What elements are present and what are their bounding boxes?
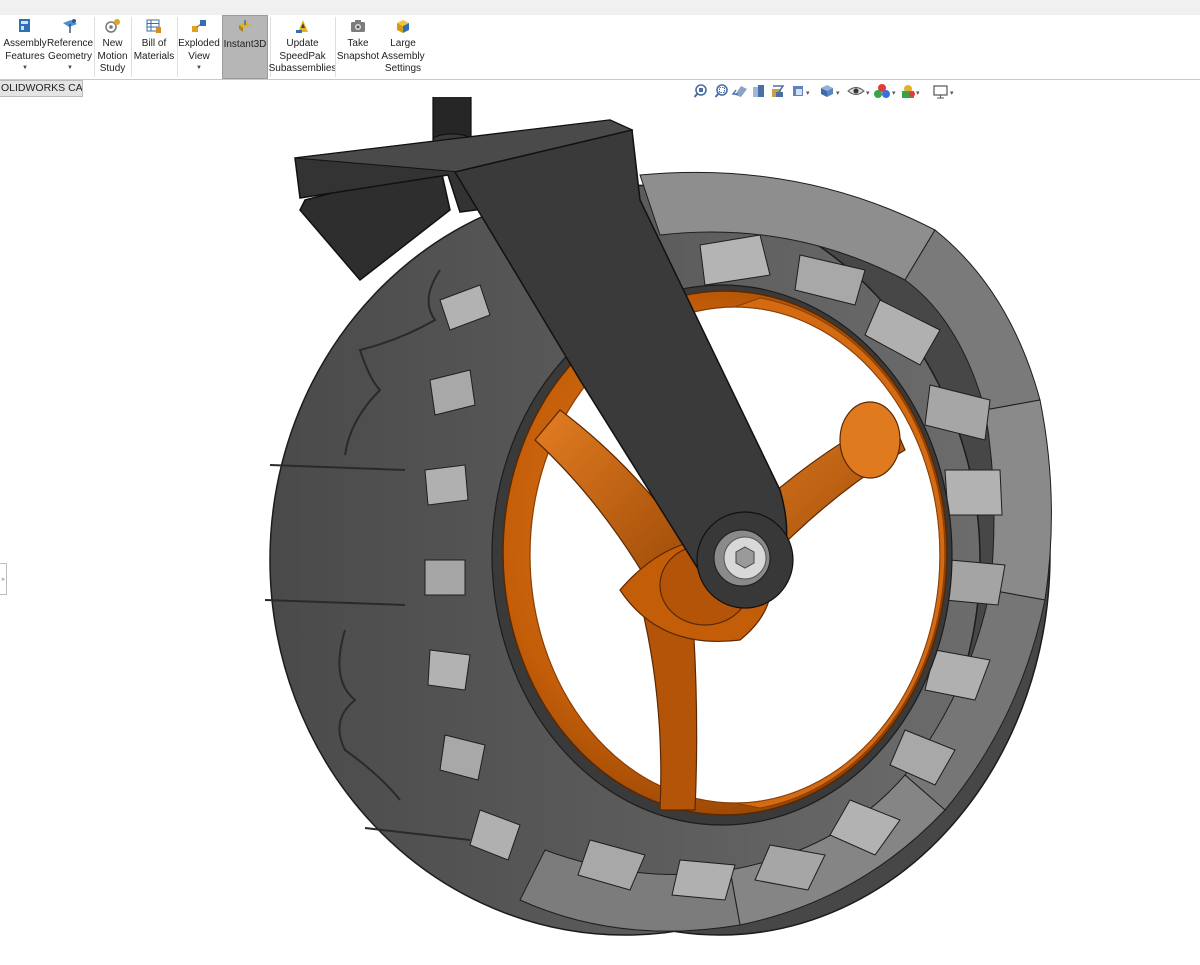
- new-motion-study-label: New Motion Study: [97, 38, 128, 74]
- reference-geometry-label: Reference Geometry: [46, 38, 94, 62]
- dynamic-annotation-icon[interactable]: [772, 85, 785, 97]
- large-assembly-settings-label: Large Assembly Settings: [381, 38, 425, 74]
- new-motion-study-button[interactable]: New Motion Study: [95, 15, 130, 79]
- take-snapshot-label: Take Snapshot: [336, 38, 380, 62]
- svg-text:▾: ▾: [892, 89, 896, 97]
- exploded-view-button[interactable]: Exploded View ▼: [178, 15, 220, 79]
- svg-text:▾: ▾: [866, 89, 870, 97]
- axle-bolt: [713, 529, 771, 587]
- previous-view-icon[interactable]: [731, 86, 747, 97]
- graphics-area[interactable]: [0, 97, 1200, 965]
- reference-geometry-icon: [63, 19, 77, 33]
- bill-of-materials-button[interactable]: Bill of Materials: [132, 15, 176, 79]
- svg-text:▾: ▾: [836, 89, 840, 97]
- display-style-icon[interactable]: ▾: [821, 85, 840, 97]
- assembly-features-icon: [19, 19, 30, 32]
- chevron-down-icon[interactable]: ▼: [67, 64, 73, 72]
- motion-study-icon: [104, 19, 120, 33]
- title-strip: [0, 0, 1200, 16]
- assembly-features-button[interactable]: Assembly Features ▼: [3, 15, 47, 79]
- edit-appearance-icon[interactable]: ▾: [874, 84, 896, 98]
- svg-text:▾: ▾: [916, 89, 920, 97]
- speedpak-icon: [295, 20, 308, 33]
- large-assembly-settings-button[interactable]: Large Assembly Settings: [380, 15, 426, 79]
- exploded-view-label: Exploded View: [178, 38, 220, 62]
- zoom-to-fit-icon[interactable]: [693, 84, 707, 98]
- tab-solidworks-cam[interactable]: OLIDWORKS CAM: [0, 80, 83, 97]
- chevron-down-icon[interactable]: ▼: [22, 64, 28, 72]
- update-speedpak-label: Update SpeedPak Subassemblies: [268, 38, 337, 74]
- assembly-features-label: Assembly Features: [3, 38, 47, 62]
- command-manager-ribbon: Assembly Features ▼ Reference Geometry ▼ N…: [0, 15, 1200, 80]
- bill-of-materials-icon: [146, 19, 161, 33]
- svg-text:▾: ▾: [806, 89, 810, 97]
- reference-geometry-button[interactable]: Reference Geometry ▼: [47, 15, 93, 79]
- section-view-icon[interactable]: [753, 85, 764, 97]
- hide-show-items-icon[interactable]: ▾: [847, 87, 870, 98]
- bill-of-materials-label: Bill of Materials: [133, 38, 175, 62]
- wheel-assembly-model[interactable]: [264, 97, 1052, 936]
- camera-icon: [351, 20, 365, 32]
- large-assembly-icon: [397, 20, 409, 33]
- view-orientation-icon[interactable]: ▾: [793, 86, 810, 97]
- instant3d-label: Instant3D: [223, 39, 267, 50]
- zoom-to-area-icon[interactable]: [714, 84, 728, 98]
- take-snapshot-button[interactable]: Take Snapshot: [336, 15, 380, 79]
- svg-text:▾: ▾: [950, 89, 954, 97]
- exploded-view-icon: [192, 20, 206, 32]
- instant3d-icon: [239, 20, 251, 32]
- update-speedpak-button[interactable]: Update SpeedPak Subassemblies: [268, 15, 337, 79]
- chevron-down-icon[interactable]: ▼: [196, 64, 202, 72]
- instant3d-button[interactable]: Instant3D: [222, 15, 268, 79]
